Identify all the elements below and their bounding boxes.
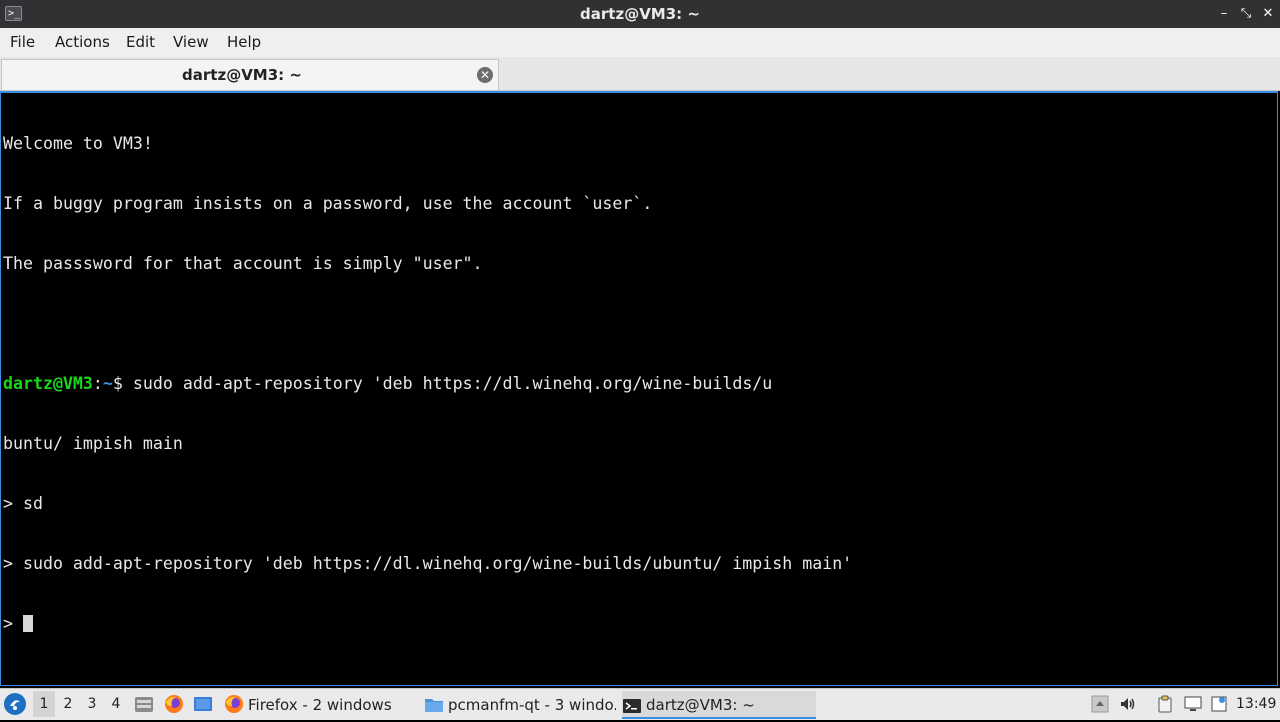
tab-label: dartz@VM3: ~ [182,66,302,84]
start-menu-icon[interactable] [4,693,26,715]
terminal-icon [622,695,642,717]
terminal-line: The passsword for that account is simply… [3,254,483,273]
menu-help[interactable]: Help [227,28,261,57]
tray-up-icon[interactable] [1091,695,1109,713]
current-prompt-line: > [3,614,852,634]
maximize-button[interactable]: ⤡ [1237,4,1255,24]
task-label: Firefox - 2 windows [248,696,392,714]
task-firefox[interactable]: Firefox - 2 windows [224,691,416,719]
minimize-button[interactable]: – [1215,4,1233,24]
close-circle-icon[interactable]: ✕ [477,67,493,83]
show-desktop-icon[interactable] [193,694,213,714]
prompt-colon: : [92,374,103,393]
prompt-user-host: dartz@VM3 [3,374,93,393]
terminal-view[interactable]: Welcome to VM3! If a buggy program insis… [0,91,1278,686]
terminal-line: > sd [3,494,43,513]
terminal-line: > sudo add-apt-repository 'deb https://d… [3,554,853,573]
window-titlebar: >_ dartz@VM3: ~ – ⤡ ✕ [0,0,1280,28]
prompt-path: ~ [102,374,113,393]
firefox-icon[interactable] [164,694,184,714]
desktop-2-button[interactable]: 2 [57,691,79,717]
prompt-line: dartz@VM3:~$ sudo add-apt-repository 'de… [3,374,852,394]
terminal-line: If a buggy program insists on a password… [3,194,653,213]
desktop-3-button[interactable]: 3 [81,691,103,717]
file-manager-icon[interactable] [134,694,154,714]
clipboard-icon[interactable] [1156,695,1174,713]
prompt-command: sudo add-apt-repository 'deb https://dl.… [122,374,773,393]
menu-file[interactable]: File [10,28,35,57]
terminal-line: Welcome to VM3! [3,134,153,153]
screen-icon[interactable] [1184,695,1202,713]
desktop-1-button[interactable]: 1 [33,691,55,717]
task-label: pcmanfm-qt - 3 windo... [448,696,616,714]
text-cursor [22,615,33,632]
tab-terminal[interactable]: dartz@VM3: ~ ✕ [1,59,499,90]
task-pcmanfm[interactable]: pcmanfm-qt - 3 windo... [424,691,616,719]
task-terminal[interactable]: dartz@VM3: ~ [622,691,816,719]
tab-bar: dartz@VM3: ~ ✕ [0,57,1280,91]
clock[interactable]: 13:49 [1236,689,1276,721]
menu-actions[interactable]: Actions [55,28,110,57]
menu-view[interactable]: View [173,28,209,57]
menu-edit[interactable]: Edit [126,28,155,57]
task-label: dartz@VM3: ~ [646,696,755,714]
desktop-4-button[interactable]: 4 [105,691,127,717]
window-title: dartz@VM3: ~ [580,5,700,23]
prompt-symbol: $ [112,374,123,393]
menubar: File Actions Edit View Help [0,28,1280,57]
folder-icon [424,695,444,719]
volume-icon[interactable] [1119,695,1137,713]
terminal-line: buntu/ impish main [3,434,183,453]
taskbar: 1 2 3 4 Firefox - 2 windows pcmanfm-qt -… [0,688,1280,720]
network-icon[interactable] [1210,695,1228,713]
continuation-prompt: > [3,614,23,633]
close-button[interactable]: ✕ [1259,4,1277,24]
terminal-output: Welcome to VM3! If a buggy program insis… [3,94,852,674]
firefox-icon [224,694,244,719]
